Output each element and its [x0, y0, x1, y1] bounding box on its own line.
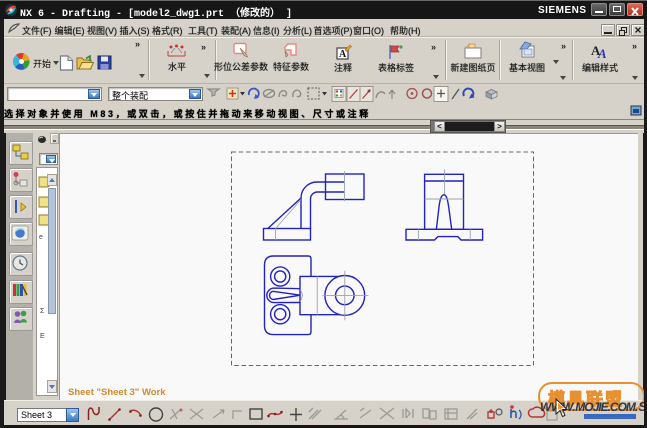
svg-text:A: A: [597, 46, 607, 59]
svg-text:e: e: [39, 234, 43, 241]
svg-text:Σ: Σ: [40, 308, 45, 315]
svg-text:E: E: [40, 333, 45, 340]
